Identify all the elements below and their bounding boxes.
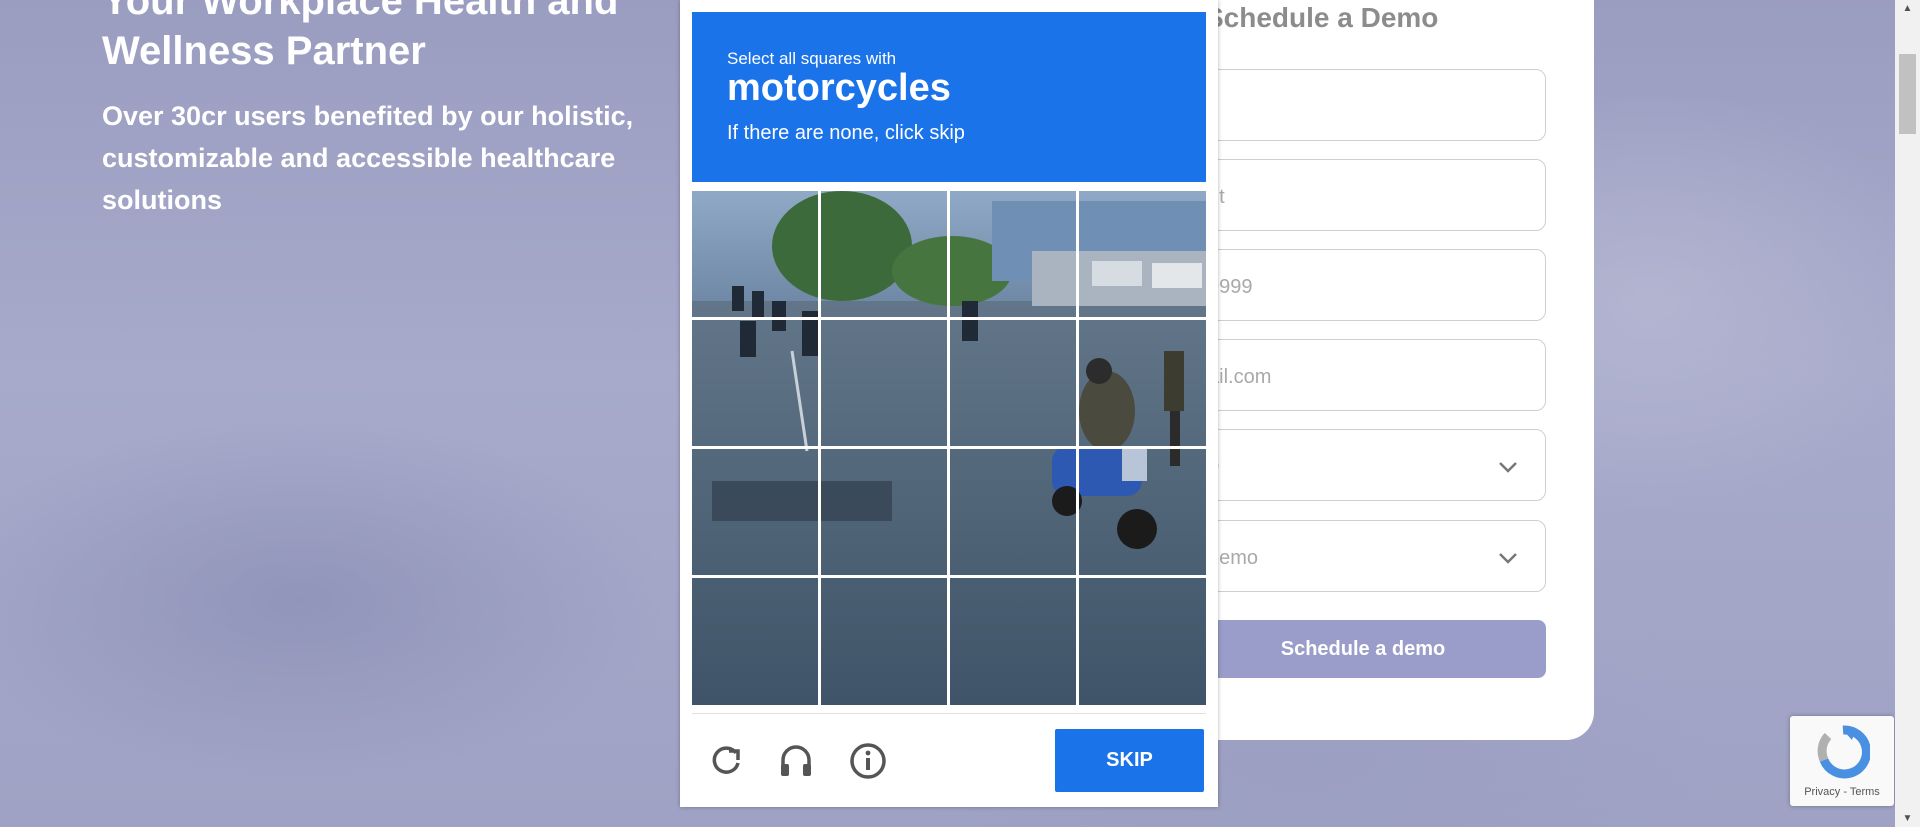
- schedule-demo-button[interactable]: Schedule a demo: [1180, 620, 1546, 678]
- recaptcha-logo-icon: [1817, 725, 1870, 779]
- captcha-tile[interactable]: [1079, 191, 1205, 317]
- captcha-tile[interactable]: [1079, 320, 1205, 446]
- captcha-tile[interactable]: [1079, 578, 1205, 704]
- captcha-tile[interactable]: [692, 320, 818, 446]
- company-field[interactable]: [1180, 159, 1546, 231]
- captcha-tile[interactable]: [950, 449, 1076, 575]
- captcha-tile[interactable]: [692, 449, 818, 575]
- captcha-skip-hint: If there are none, click skip: [727, 122, 965, 144]
- recaptcha-badge[interactable]: Privacy - Terms: [1790, 716, 1894, 806]
- captcha-target-object: motorcycles: [727, 67, 951, 109]
- skip-button[interactable]: SKIP: [1055, 729, 1204, 792]
- chevron-down-icon: [1499, 553, 1517, 564]
- captcha-header: Select all squares with motorcycles If t…: [692, 12, 1206, 182]
- captcha-instruction: Select all squares with: [727, 49, 897, 68]
- scroll-down-arrow[interactable]: ▼: [1899, 810, 1916, 827]
- hero-subtitle: Over 30cr users benefited by our holisti…: [102, 101, 634, 215]
- form-title: Schedule a Demo: [1205, 2, 1439, 33]
- reload-icon[interactable]: [707, 742, 745, 780]
- audio-icon[interactable]: [777, 742, 815, 780]
- captcha-tile[interactable]: [821, 578, 947, 704]
- captcha-tile[interactable]: [1079, 449, 1205, 575]
- employee-count-select[interactable]: [1180, 429, 1546, 501]
- captcha-tile[interactable]: [950, 578, 1076, 704]
- recaptcha-privacy-terms[interactable]: Privacy - Terms: [1790, 786, 1894, 798]
- captcha-tile[interactable]: [821, 449, 947, 575]
- captcha-tile[interactable]: [692, 191, 818, 317]
- chevron-down-icon: [1499, 462, 1517, 473]
- captcha-image-grid: [692, 191, 1206, 705]
- info-icon[interactable]: [849, 742, 887, 780]
- captcha-footer-divider: [692, 713, 1206, 714]
- captcha-challenge: Select all squares with motorcycles If t…: [680, 0, 1218, 807]
- scroll-up-arrow[interactable]: ▲: [1899, 0, 1916, 17]
- captcha-tile[interactable]: [950, 191, 1076, 317]
- scrollbar-thumb[interactable]: [1899, 54, 1916, 134]
- name-field[interactable]: [1180, 69, 1546, 141]
- captcha-tile[interactable]: [950, 320, 1076, 446]
- captcha-tile[interactable]: [821, 191, 947, 317]
- captcha-tile[interactable]: [821, 320, 947, 446]
- captcha-tile[interactable]: [692, 578, 818, 704]
